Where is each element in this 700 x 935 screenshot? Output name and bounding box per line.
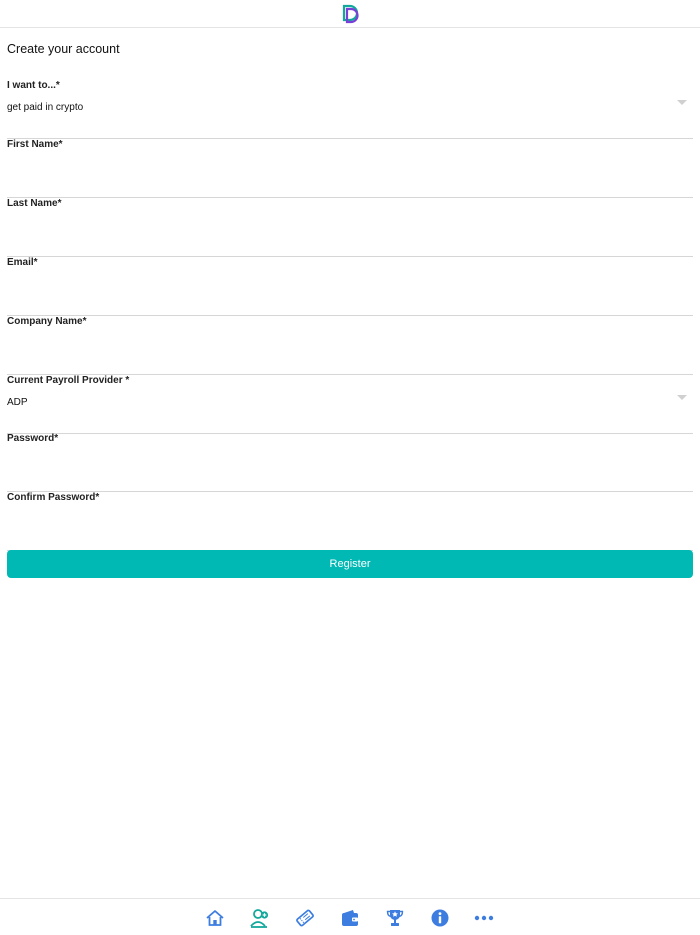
confirm-password-field[interactable]	[7, 508, 693, 530]
top-bar	[0, 0, 700, 28]
first-name-label: First Name*	[7, 139, 63, 150]
company-name-label: Company Name*	[7, 316, 87, 327]
brand-d-logo-icon	[342, 4, 359, 24]
tab-rewards[interactable]	[384, 907, 406, 929]
company-name-field[interactable]	[7, 332, 693, 354]
more-icon	[474, 915, 494, 921]
purpose-value: get paid in crypto	[7, 102, 84, 113]
tab-wallet[interactable]	[339, 907, 361, 929]
chevron-down-icon	[677, 100, 687, 105]
trophy-icon	[386, 910, 404, 926]
password-label: Password*	[7, 433, 59, 444]
confirm-password-field-group: Confirm Password*	[7, 492, 693, 551]
first-name-field-group: First Name*	[7, 139, 693, 198]
payroll-provider-value: ADP	[7, 397, 28, 408]
wallet-icon	[342, 910, 358, 926]
last-name-field-group: Last Name*	[7, 198, 693, 257]
email-label: Email*	[7, 257, 38, 268]
bottom-tab-bar	[0, 898, 700, 935]
confirm-password-label: Confirm Password*	[7, 492, 100, 503]
last-name-field[interactable]	[7, 214, 693, 236]
email-field-group: Email*	[7, 257, 693, 316]
chevron-down-icon	[677, 395, 687, 400]
payroll-provider-select[interactable]: Current Payroll Provider * ADP	[7, 375, 693, 434]
register-button[interactable]: Register	[7, 550, 693, 578]
page-title: Create your account	[7, 42, 120, 56]
purpose-select[interactable]: I want to...* get paid in crypto	[7, 80, 693, 139]
tab-tickets[interactable]	[294, 907, 316, 929]
purpose-label: I want to...*	[7, 80, 60, 91]
password-field-group: Password*	[7, 433, 693, 492]
info-icon	[431, 909, 449, 927]
last-name-label: Last Name*	[7, 198, 62, 209]
tab-add-user[interactable]	[249, 907, 271, 929]
ticket-icon	[296, 909, 314, 927]
first-name-field[interactable]	[7, 155, 693, 177]
password-field[interactable]	[7, 449, 693, 471]
add-user-icon	[250, 909, 269, 928]
tab-info[interactable]	[429, 907, 451, 929]
home-icon	[206, 910, 224, 926]
tab-more[interactable]	[473, 907, 495, 929]
company-name-field-group: Company Name*	[7, 316, 693, 375]
payroll-provider-label: Current Payroll Provider *	[7, 375, 130, 386]
email-field[interactable]	[7, 273, 693, 295]
tab-home[interactable]	[204, 907, 226, 929]
